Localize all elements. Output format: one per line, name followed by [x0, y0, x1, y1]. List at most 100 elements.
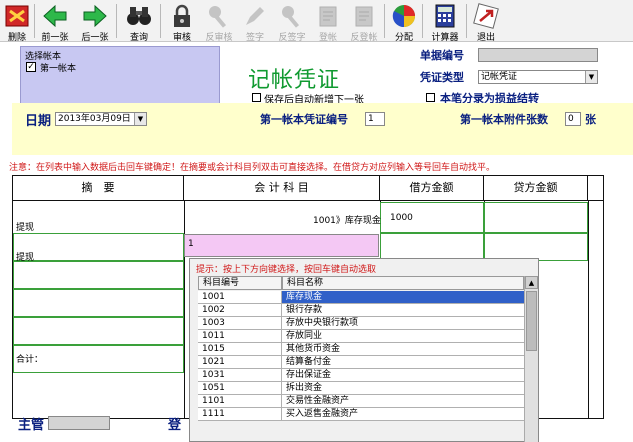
row-summary[interactable]: 提现	[16, 250, 34, 263]
voucher-type-value: 记帐凭证	[481, 72, 518, 82]
account-code: 1001	[198, 291, 282, 304]
popup-scrollbar[interactable]: ▲	[524, 276, 538, 442]
list-item[interactable]: 1002 银行存款	[198, 304, 524, 317]
account-code: 1101	[198, 395, 282, 408]
column-header-summary: 摘 要	[13, 176, 184, 200]
audit-button[interactable]: 审核	[168, 0, 196, 43]
account-edit-value: 1	[188, 239, 194, 249]
list-item[interactable]: 1003 存放中央银行款项	[198, 317, 524, 330]
account-name: 交易性金融资产	[282, 395, 524, 408]
attach-count-unit: 张	[585, 113, 596, 126]
auto-add-checkbox[interactable]	[252, 93, 261, 102]
account-name: 存放中央银行款项	[282, 317, 524, 330]
calculator-button[interactable]: 计算器	[428, 0, 462, 43]
lock-icon	[169, 3, 195, 29]
total-label: 合计：	[16, 355, 44, 365]
column-divider	[588, 200, 589, 418]
attach-count-label: 第一帐本附件张数	[460, 113, 548, 126]
pen-icon	[242, 3, 268, 29]
account-code: 1031	[198, 369, 282, 382]
toolbar-separator	[160, 4, 161, 38]
column-header-account: 会 计 科 目	[184, 176, 380, 200]
unaudit-button[interactable]: 反审核	[202, 0, 236, 43]
list-item[interactable]: 1021 结算备付金	[198, 356, 524, 369]
exit-button[interactable]: 退出	[472, 0, 500, 43]
toolbar: 删除 前一张 后一张 查询 审核 反审核 签字 反签字 登帐 反登帐 分配 计算…	[0, 0, 633, 43]
query-button[interactable]: 查询	[124, 0, 154, 43]
account-code: 1051	[198, 382, 282, 395]
profit-loss-checkbox[interactable]	[426, 93, 435, 102]
list-item[interactable]: 1101 交易性金融资产	[198, 395, 524, 408]
toolbar-separator	[466, 4, 467, 38]
next-button[interactable]: 后一张	[78, 0, 112, 43]
voucher-type-label: 凭证类型	[420, 71, 464, 84]
unsign-button[interactable]: 反签字	[275, 0, 309, 43]
post-button[interactable]: 登帐	[313, 0, 343, 43]
sign-button[interactable]: 签字	[241, 0, 269, 43]
voucher-no-field[interactable]: 1	[365, 112, 385, 126]
account-name: 买入返售金融资产	[282, 408, 524, 421]
previous-button[interactable]: 前一张	[38, 0, 72, 43]
delete-icon	[4, 3, 30, 29]
account-book-selector: 选择帐本 ✓ 第一帐本	[20, 46, 220, 110]
account-code: 1111	[198, 408, 282, 421]
column-header-credit: 贷方金额	[484, 176, 588, 200]
doc-no-field[interactable]	[478, 48, 598, 62]
table-cell[interactable]	[380, 233, 484, 261]
voucher-no-label: 第一帐本凭证编号	[260, 113, 348, 126]
chevron-up-icon[interactable]: ▲	[525, 276, 538, 289]
voucher-type-select[interactable]: 记帐凭证 ▼	[478, 70, 598, 84]
date-value: 2013年03月09日	[58, 114, 131, 124]
popup-hint: 提示：按上下方向键选择，按回车键自动选取	[196, 265, 377, 275]
list-item[interactable]: 1051 拆出资金	[198, 382, 524, 395]
account-code: 1002	[198, 304, 282, 317]
account-code: 1021	[198, 356, 282, 369]
exit-icon	[473, 3, 499, 29]
table-cell[interactable]	[13, 233, 184, 261]
toolbar-separator	[116, 4, 117, 38]
row-account[interactable]: 1001》库存现金	[313, 213, 381, 226]
account-code: 1015	[198, 343, 282, 356]
list-item[interactable]: 1001 库存现金	[198, 291, 524, 304]
account-name: 拆出资金	[282, 382, 524, 395]
table-cell[interactable]	[484, 233, 588, 261]
supervisor-field[interactable]	[48, 416, 110, 430]
column-divider	[184, 200, 185, 418]
date-picker[interactable]: 2013年03月09日 ▼	[55, 112, 147, 126]
book-icon	[351, 3, 377, 29]
pie-chart-icon	[391, 3, 417, 29]
account-name: 存出保证金	[282, 369, 524, 382]
list-item[interactable]: 1011 存放同业	[198, 330, 524, 343]
account-name: 库存现金	[282, 291, 524, 304]
list-item[interactable]: 1031 存出保证金	[198, 369, 524, 382]
delete-button[interactable]: 删除	[2, 0, 32, 43]
arrow-left-icon	[42, 3, 68, 29]
register-label: 登	[168, 418, 182, 433]
table-cell[interactable]	[13, 289, 184, 317]
account-edit-cell[interactable]: 1	[184, 234, 379, 257]
binoculars-icon	[126, 3, 152, 29]
calculator-icon	[432, 3, 458, 29]
row-debit[interactable]: 1000	[390, 213, 413, 223]
list-item[interactable]: 1015 其他货币资金	[198, 343, 524, 356]
list-item[interactable]: 1111 买入返售金融资产	[198, 408, 524, 421]
unpost-button[interactable]: 反登帐	[347, 0, 381, 43]
scrollbar-thumb[interactable]	[526, 291, 537, 351]
column-header-code[interactable]: 科目编号	[198, 276, 282, 290]
attach-count-field[interactable]: 0	[565, 112, 581, 126]
arrow-right-icon	[82, 3, 108, 29]
column-header-name[interactable]: 科目名称	[282, 276, 524, 290]
toolbar-separator	[384, 4, 385, 38]
book-icon	[315, 3, 341, 29]
table-cell[interactable]	[13, 317, 184, 345]
row-summary[interactable]: 提现	[16, 220, 34, 233]
table-cell[interactable]	[484, 202, 588, 233]
table-cell[interactable]	[13, 261, 184, 289]
account-book-checkbox[interactable]: ✓	[26, 62, 36, 72]
date-label: 日期	[25, 114, 52, 129]
allocate-button[interactable]: 分配	[390, 0, 418, 43]
column-header-debit: 借方金额	[380, 176, 484, 200]
doc-no-label: 单据编号	[420, 49, 464, 62]
toolbar-separator	[422, 4, 423, 38]
key-icon	[206, 3, 232, 29]
